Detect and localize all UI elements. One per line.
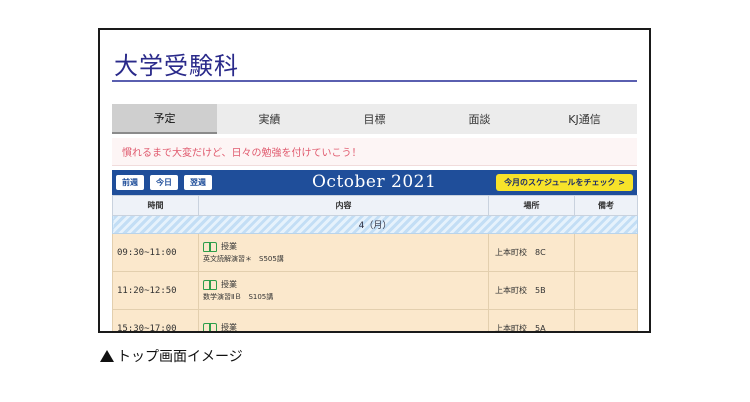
tab-schedule[interactable]: 予定 (112, 104, 217, 134)
event-place: 上本町校 5A (488, 309, 575, 331)
event-content: 授業 数学演習ⅡＢ S105講 (198, 271, 489, 310)
column-header-place: 場所 (488, 195, 575, 216)
event-place: 上本町校 8C (488, 233, 575, 272)
day-label: 4（月） (112, 215, 638, 234)
title-divider (112, 80, 637, 82)
main-tabs: 予定 実績 目標 面談 KJ通信 (112, 104, 637, 134)
schedule-table: 時間 内容 場所 備考 4（月） 09:30~11:00 授業 英文読解演習＊ … (112, 195, 638, 332)
today-button[interactable]: 今日 (150, 175, 178, 190)
book-icon (203, 322, 217, 331)
event-time: 15:30~17:00 (112, 309, 199, 331)
column-header-content: 内容 (198, 195, 489, 216)
event-content: 授業 英文読解演習＊ S505講 (198, 233, 489, 272)
table-row[interactable]: 15:30~17:00 授業 上本町校 5A (112, 309, 638, 332)
book-icon (203, 241, 217, 252)
event-type: 授業 (221, 323, 237, 332)
tab-goals[interactable]: 目標 (322, 104, 427, 134)
next-week-button[interactable]: 翌週 (184, 175, 212, 190)
tab-kj-news[interactable]: KJ通信 (532, 104, 637, 134)
event-note (574, 233, 638, 272)
table-header-row: 時間 内容 場所 備考 (112, 195, 638, 216)
event-time: 09:30~11:00 (112, 233, 199, 272)
event-time: 11:20~12:50 (112, 271, 199, 310)
column-header-time: 時間 (112, 195, 199, 216)
event-content: 授業 (198, 309, 489, 332)
table-row[interactable]: 11:20~12:50 授業 数学演習ⅡＢ S105講 上本町校 5B (112, 271, 638, 310)
event-type: 授業 (221, 242, 237, 251)
notice-message: 慣れるまで大変だけど、日々の勉強を付けていこう！ (112, 138, 637, 166)
figure-caption: トップ画面イメージ (100, 346, 243, 366)
app-title: 大学受験科 (114, 52, 239, 80)
triangle-icon (100, 350, 114, 362)
tab-results[interactable]: 実績 (217, 104, 322, 134)
month-label: October 2021 (312, 172, 437, 192)
book-icon (203, 279, 217, 290)
schedule-header: 前週 今日 翌週 October 2021 今月のスケジュールをチェック > (112, 170, 637, 195)
event-detail: 英文読解演習＊ S505講 (203, 255, 284, 263)
event-type: 授業 (221, 280, 237, 289)
tab-interview[interactable]: 面談 (427, 104, 532, 134)
column-header-note: 備考 (574, 195, 638, 216)
caption-text: トップ画面イメージ (117, 349, 243, 365)
event-detail: 数学演習ⅡＢ S105講 (203, 293, 274, 301)
prev-week-button[interactable]: 前週 (116, 175, 144, 190)
event-note (574, 271, 638, 310)
table-row[interactable]: 09:30~11:00 授業 英文読解演習＊ S505講 上本町校 8C (112, 233, 638, 272)
check-month-schedule-button[interactable]: 今月のスケジュールをチェック > (496, 174, 633, 191)
day-row: 4（月） (112, 215, 638, 234)
screenshot-frame: 大学受験科 予定 実績 目標 面談 KJ通信 慣れるまで大変だけど、日々の勉強を… (98, 28, 651, 333)
event-note (574, 309, 638, 331)
event-place: 上本町校 5B (488, 271, 575, 310)
